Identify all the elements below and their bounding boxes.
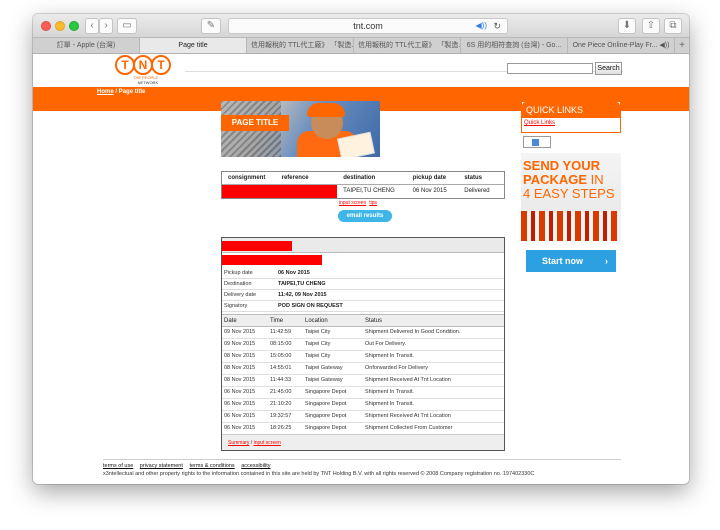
events-table: Date Time Location Status 09 Nov 2015 11:… xyxy=(222,314,504,435)
table-row: 06 Nov 2015 21:10:20 Singapore Depot Shipme… xyxy=(222,399,504,411)
footer-divider xyxy=(103,459,621,460)
search-button[interactable]: Search xyxy=(595,62,622,75)
tab-one-piece[interactable]: One Piece Online-Play Fr... ◀)) xyxy=(568,38,675,53)
input-screen-link[interactable]: input screen xyxy=(339,200,366,206)
table-row: 09 Nov 2015 08:15:00 Taipei City Out For De… xyxy=(222,339,504,351)
tab-apple[interactable]: 訂單 - Apple (台灣) xyxy=(33,38,140,53)
tab-google[interactable]: 6S 用的相符查詢 (台灣) - Go... xyxy=(461,38,568,53)
select-icon xyxy=(532,139,539,146)
search-input[interactable] xyxy=(507,63,593,74)
shipment-info: Pickup date 06 Nov 2015 Destination TAIPEI… xyxy=(222,268,504,312)
close-window-button[interactable] xyxy=(41,21,51,31)
terms-of-use-link[interactable]: terms of use xyxy=(103,463,133,469)
start-now-button[interactable]: Start now › xyxy=(526,250,616,272)
copyright-text: x3ntellectual and other property rights … xyxy=(103,471,535,477)
quick-links-link[interactable]: Quick Links xyxy=(522,118,620,129)
extension-icon[interactable]: ✎ xyxy=(201,18,221,34)
tnt-logo[interactable]: T N T THE PEOPLE NETWORK xyxy=(115,55,171,87)
table-row: 08 Nov 2015 14:55:01 Taipei Gateway Onforwa… xyxy=(222,363,504,375)
page-title: PAGE TITLE xyxy=(221,115,289,131)
tab-bar: 訂單 - Apple (台灣) Page title 信用報稅的 TTL代工廠》… xyxy=(33,38,689,54)
input-screen-footer-link[interactable]: input screen xyxy=(254,440,281,446)
results-row[interactable]: TAIPEI,TU CHENG 06 Nov 2015 Delivered xyxy=(222,185,504,198)
tab-news-1[interactable]: 信用報稅的 TTL代工廠》 「製造... xyxy=(247,38,354,53)
tab-news-2[interactable]: 信用報稅的 TTL代工廠》 「製造... xyxy=(354,38,461,53)
site-header: T N T THE PEOPLE NETWORK Search xyxy=(33,54,689,87)
email-results-button[interactable]: email results xyxy=(338,210,392,222)
redacted-consignment xyxy=(222,185,338,198)
new-tab-button[interactable]: + xyxy=(675,38,689,53)
table-row: 08 Nov 2015 15:05:00 Taipei City Shipment I… xyxy=(222,351,504,363)
table-row: 09 Nov 2015 11:42:59 Taipei City Shipment D… xyxy=(222,327,504,339)
url-text: tnt.com xyxy=(353,21,383,31)
quick-links-select[interactable] xyxy=(523,136,551,148)
share-icon[interactable]: ⇧ xyxy=(642,18,660,34)
summary-link[interactable]: Summary xyxy=(228,440,249,446)
tabs-overview-icon[interactable]: ⧉ xyxy=(664,18,682,34)
breadcrumb: Home / Page title xyxy=(97,89,146,95)
browser-window: ‹ › ▭ ✎ tnt.com ◀)) ↻ ⬇ ⇧ ⧉ 訂單 - Apple (… xyxy=(33,14,689,484)
minimize-window-button[interactable] xyxy=(55,21,65,31)
detail-footer: Summary / input screen xyxy=(222,434,504,450)
results-links: input screen tips xyxy=(339,200,380,206)
quick-links-title: QUICK LINKS xyxy=(522,102,620,118)
logo-letter-t2: T xyxy=(151,55,171,75)
results-table: consignment reference destination pickup… xyxy=(221,171,505,199)
ad-people-image xyxy=(521,211,621,241)
forward-button[interactable]: › xyxy=(99,18,113,34)
page-banner: PAGE TITLE xyxy=(221,101,380,157)
breadcrumb-current: Page title xyxy=(118,89,146,95)
tracking-detail-panel: Pickup date 06 Nov 2015 Destination TAIPEI… xyxy=(221,237,505,451)
chevron-right-icon: › xyxy=(605,256,608,266)
terms-conditions-link[interactable]: terms & conditions xyxy=(189,463,234,469)
table-row: 06 Nov 2015 21:45:00 Singapore Depot Shipme… xyxy=(222,387,504,399)
zoom-window-button[interactable] xyxy=(69,21,79,31)
events-header-row: Date Time Location Status xyxy=(222,314,504,327)
browser-toolbar: ‹ › ▭ ✎ tnt.com ◀)) ↻ ⬇ ⇧ ⧉ xyxy=(33,14,689,38)
logo-letter-n: N xyxy=(133,55,153,75)
table-row: 08 Nov 2015 11:44:33 Taipei Gateway Shipmen… xyxy=(222,375,504,387)
back-button[interactable]: ‹ xyxy=(85,18,99,34)
downloads-icon[interactable]: ⬇ xyxy=(618,18,636,34)
audio-playing-icon[interactable]: ◀)) xyxy=(476,19,487,33)
send-package-ad[interactable]: SEND YOUR PACKAGE IN 4 EASY STEPS xyxy=(521,153,621,241)
table-row: 06 Nov 2015 19:32:57 Singapore Depot Shipme… xyxy=(222,411,504,423)
logo-tagline: THE PEOPLE NETWORK xyxy=(133,75,159,85)
accessibility-link[interactable]: accessibility xyxy=(241,463,270,469)
address-bar[interactable]: tnt.com ◀)) ↻ xyxy=(228,18,508,34)
footer-links: terms of use privacy statement terms & c… xyxy=(103,463,276,469)
tips-link[interactable]: tips xyxy=(369,200,377,206)
redacted-header xyxy=(222,241,292,251)
breadcrumb-home-link[interactable]: Home xyxy=(97,89,114,95)
reload-icon[interactable]: ↻ xyxy=(493,19,501,33)
privacy-statement-link[interactable]: privacy statement xyxy=(140,463,183,469)
results-header-row: consignment reference destination pickup… xyxy=(222,172,504,185)
sidebar-toggle-icon[interactable]: ▭ xyxy=(117,18,137,34)
logo-letter-t1: T xyxy=(115,55,135,75)
redacted-consignment-number xyxy=(222,255,322,265)
quick-links-box: QUICK LINKS Quick Links xyxy=(521,101,621,133)
tab-page-title[interactable]: Page title xyxy=(140,38,247,53)
